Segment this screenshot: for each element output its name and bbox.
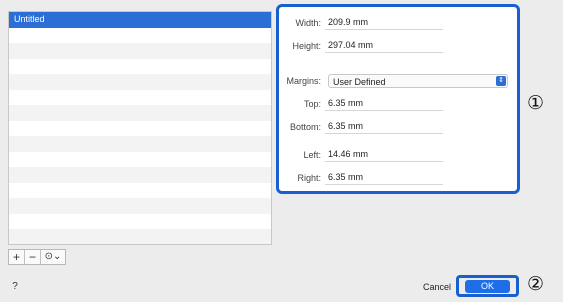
top-row: Top: 6.35 mm xyxy=(279,96,507,112)
height-field[interactable]: 297.04 mm xyxy=(325,38,443,53)
list-item[interactable] xyxy=(9,28,271,44)
bottom-label: Bottom: xyxy=(289,122,321,132)
cancel-button[interactable]: Cancel xyxy=(423,281,451,294)
help-button[interactable]: ? xyxy=(9,281,21,293)
list-item[interactable] xyxy=(9,43,271,59)
list-item[interactable] xyxy=(9,90,271,106)
margins-label: Margins: xyxy=(286,76,321,86)
height-label: Height: xyxy=(292,41,321,51)
bottom-row: Bottom: 6.35 mm xyxy=(279,119,507,135)
width-label: Width: xyxy=(295,18,321,28)
list-item[interactable] xyxy=(9,152,271,168)
remove-button[interactable]: − xyxy=(25,250,41,264)
callout-two: ② xyxy=(527,273,545,295)
right-field[interactable]: 6.35 mm xyxy=(325,170,443,185)
list-item[interactable] xyxy=(9,198,271,214)
right-label: Right: xyxy=(297,173,321,183)
height-row: Height: 297.04 mm xyxy=(279,38,507,54)
add-button[interactable]: + xyxy=(9,250,25,264)
list-item[interactable] xyxy=(9,167,271,183)
list-item[interactable] xyxy=(9,121,271,137)
callout-one: ① xyxy=(527,92,545,114)
list-item[interactable]: Untitled xyxy=(9,12,271,28)
top-label: Top: xyxy=(303,99,321,109)
list-item[interactable] xyxy=(9,74,271,90)
width-row: Width: 209.9 mm xyxy=(279,15,507,31)
margins-select[interactable]: User Defined ⇕ xyxy=(328,74,508,88)
ok-button[interactable]: OK xyxy=(465,280,510,293)
list-item[interactable] xyxy=(9,183,271,199)
bottom-field[interactable]: 6.35 mm xyxy=(325,119,443,134)
left-row: Left: 14.46 mm xyxy=(279,147,507,163)
list-item[interactable] xyxy=(9,59,271,75)
options-menu-button[interactable]: ⊙⌄ xyxy=(41,250,65,264)
width-field[interactable]: 209.9 mm xyxy=(325,15,443,30)
list-item[interactable] xyxy=(9,214,271,230)
margins-select-value: User Defined xyxy=(333,77,386,87)
left-field[interactable]: 14.46 mm xyxy=(325,147,443,162)
top-field[interactable]: 6.35 mm xyxy=(325,96,443,111)
list-item[interactable] xyxy=(9,229,271,244)
list-item[interactable] xyxy=(9,136,271,152)
right-row: Right: 6.35 mm xyxy=(279,170,507,186)
list-toolbar: + − ⊙⌄ xyxy=(8,249,66,265)
updown-arrows-icon: ⇕ xyxy=(496,76,506,86)
paper-settings-panel: Width: 209.9 mm Height: 297.04 mm Margin… xyxy=(276,4,520,194)
list-item[interactable] xyxy=(9,105,271,121)
paper-size-list[interactable]: Untitled xyxy=(8,11,272,245)
left-label: Left: xyxy=(303,150,321,160)
